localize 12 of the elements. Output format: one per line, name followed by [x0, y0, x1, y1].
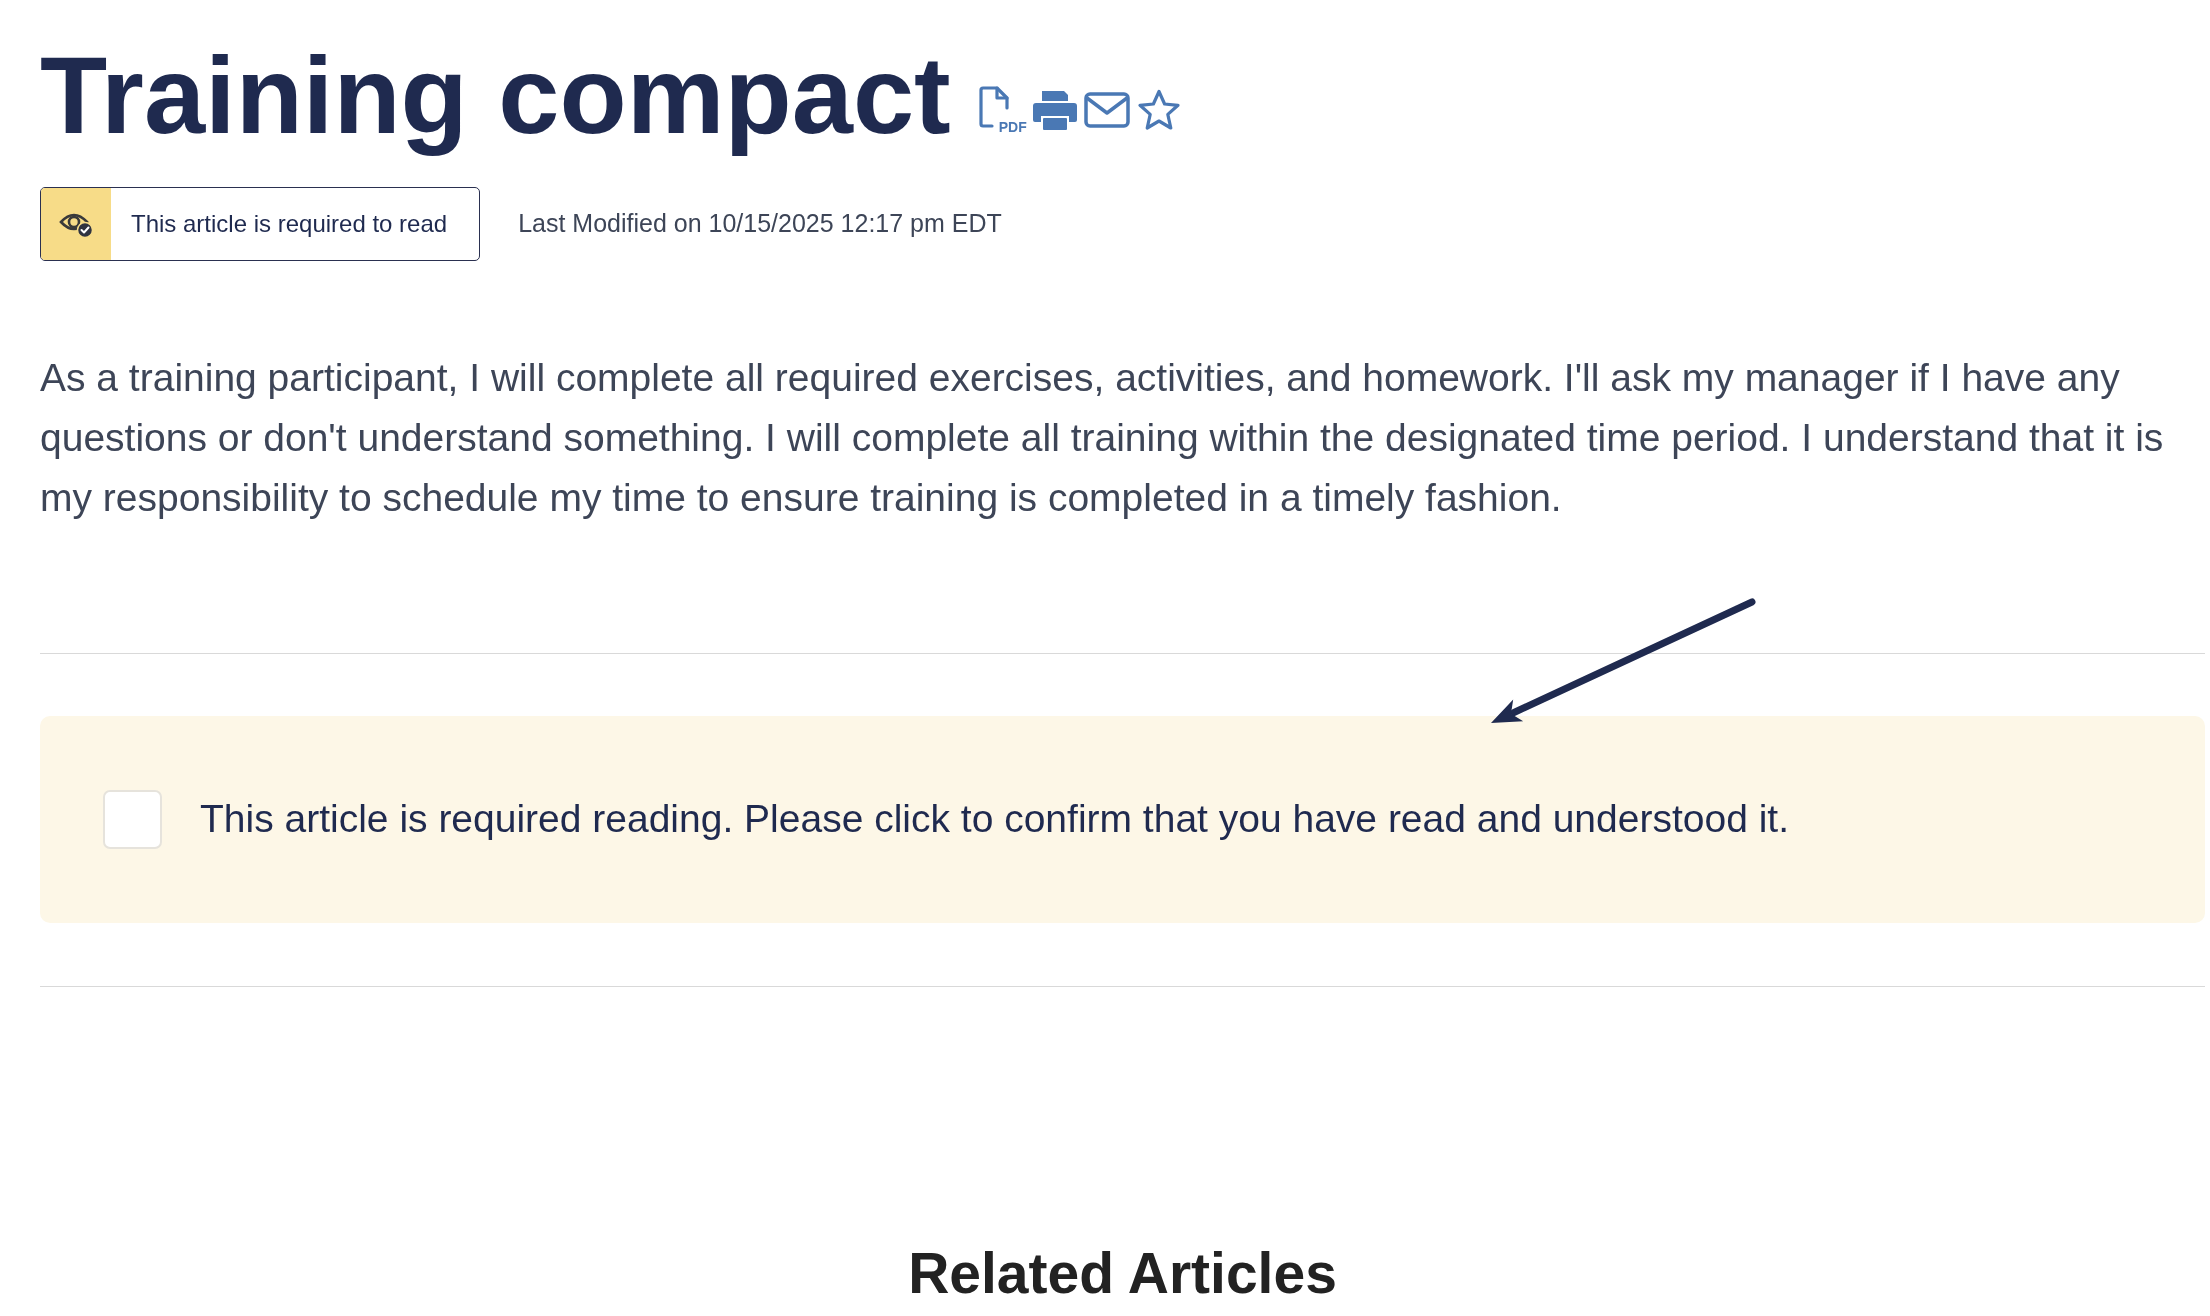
printer-icon: [1031, 89, 1078, 131]
badge-label: This article is required to read: [130, 209, 449, 239]
pdf-button[interactable]: PDF: [976, 86, 1027, 134]
arrow-icon: [1488, 598, 1758, 726]
confirmation-text: This article is required reading. Please click to confirm that you have read and understood it.: [200, 796, 1789, 843]
article-body: As a training participant, I will complete all required exercises, activities, and homework. I'll ask my manager if I have any questions or don't understand something. I will complete all training within the designated time period. I understand that it is my responsibility to schedule my time to ensure training is completed in a timely fashion.: [40, 355, 2165, 521]
confirm-checkbox[interactable]: [103, 790, 162, 849]
pdf-label: PDF: [998, 120, 1027, 134]
article-title: Training compact: [40, 32, 951, 158]
related-articles-heading: Related Articles: [908, 1245, 1337, 1302]
envelope-icon: [1083, 92, 1130, 128]
last-modified-text: Last Modified on 10/15/2025 12:17 pm EDT: [518, 208, 1002, 240]
